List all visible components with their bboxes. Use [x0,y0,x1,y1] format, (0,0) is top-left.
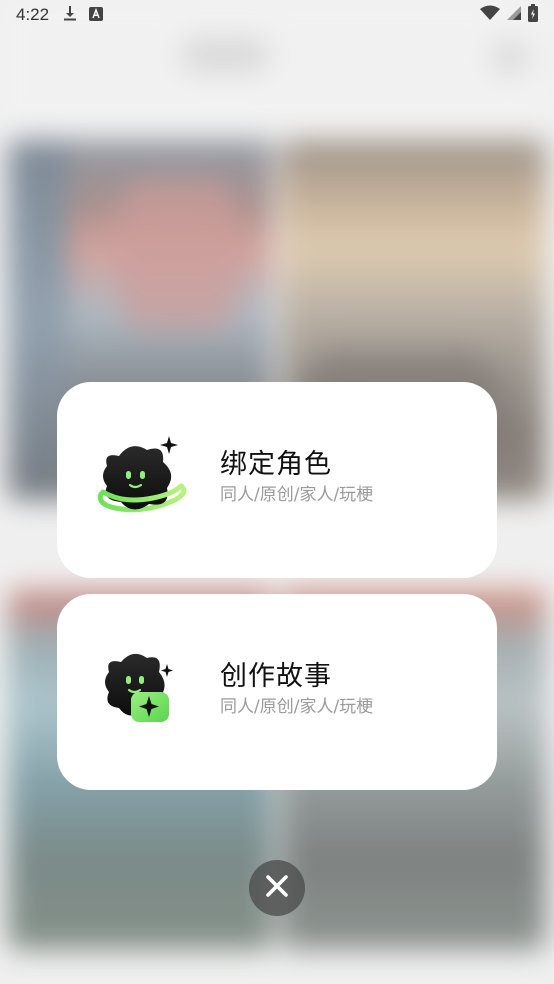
status-bar: 4:22 [0,0,554,30]
download-icon [63,5,77,25]
keyboard-a-icon [89,6,104,25]
wifi-icon [480,5,500,25]
create-story-option[interactable]: 创作故事 同人/原创/家人/玩梗 [57,594,497,790]
bind-character-option[interactable]: 绑定角色 同人/原创/家人/玩梗 [57,382,497,578]
option-subtitle: 同人/原创/家人/玩梗 [220,485,374,505]
star-mascot-orbit-icon [93,430,193,530]
close-icon [265,874,289,902]
star-mascot-sparkle-icon [93,642,193,742]
cell-signal-icon [506,5,522,25]
battery-icon [528,4,538,26]
option-title: 绑定角色 [220,449,332,480]
screen: 4:22 绑定角色 同人/原创/家人/玩梗 创作故事 同人/原创/家人/玩梗 [0,0,554,984]
close-button[interactable] [249,860,305,916]
option-title: 创作故事 [220,661,332,692]
status-time: 4:22 [16,5,50,24]
option-subtitle: 同人/原创/家人/玩梗 [220,697,374,717]
